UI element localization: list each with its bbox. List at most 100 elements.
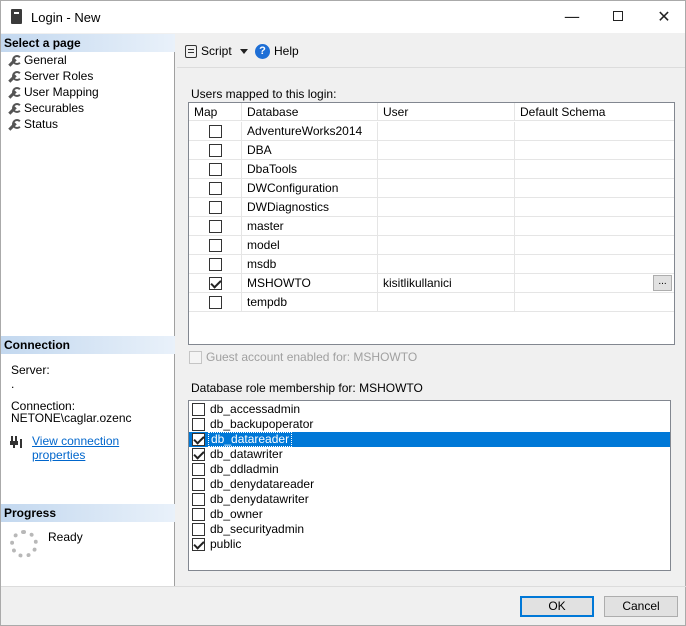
role-checkbox[interactable]: [192, 508, 205, 521]
map-checkbox[interactable]: [209, 201, 222, 214]
default-schema-cell[interactable]: [515, 198, 674, 217]
database-cell[interactable]: msdb: [242, 255, 378, 274]
default-schema-cell[interactable]: [515, 293, 674, 312]
page-item-securables[interactable]: Securables: [7, 100, 84, 116]
role-checkbox[interactable]: [192, 523, 205, 536]
role-checkbox[interactable]: [192, 403, 205, 416]
map-checkbox[interactable]: [209, 144, 222, 157]
user-cell[interactable]: [378, 255, 515, 274]
default-schema-cell[interactable]: [515, 141, 674, 160]
database-cell[interactable]: master: [242, 217, 378, 236]
database-cell[interactable]: MSHOWTO: [242, 274, 378, 293]
page-item-user-mapping[interactable]: User Mapping: [7, 84, 99, 100]
user-cell[interactable]: [378, 293, 515, 312]
role-checkbox[interactable]: [192, 493, 205, 506]
default-schema-cell[interactable]: [515, 255, 674, 274]
user-cell[interactable]: [378, 236, 515, 255]
map-checkbox[interactable]: [209, 220, 222, 233]
default-schema-cell[interactable]: [515, 160, 674, 179]
mapping-row[interactable]: AdventureWorks2014: [189, 122, 674, 141]
role-item[interactable]: db_datawriter: [189, 447, 670, 462]
user-cell[interactable]: kisitlikullanici: [378, 274, 515, 293]
view-connection-properties-link[interactable]: View connection properties: [32, 434, 174, 462]
user-cell[interactable]: [378, 179, 515, 198]
map-cell[interactable]: [189, 122, 242, 141]
default-schema-cell[interactable]: [515, 217, 674, 236]
map-cell[interactable]: [189, 141, 242, 160]
map-cell[interactable]: [189, 179, 242, 198]
default-schema-cell[interactable]: [515, 274, 674, 293]
map-cell[interactable]: [189, 274, 242, 293]
mapping-row[interactable]: master: [189, 217, 674, 236]
role-item[interactable]: db_owner: [189, 507, 670, 522]
map-checkbox[interactable]: [209, 239, 222, 252]
default-schema-cell[interactable]: [515, 179, 674, 198]
column-header-user[interactable]: User: [378, 103, 515, 121]
database-cell[interactable]: model: [242, 236, 378, 255]
role-item[interactable]: public: [189, 537, 670, 552]
mapping-row[interactable]: msdb: [189, 255, 674, 274]
map-checkbox[interactable]: [209, 258, 222, 271]
column-header-database[interactable]: Database: [242, 103, 378, 121]
map-cell[interactable]: [189, 293, 242, 312]
map-checkbox[interactable]: [209, 125, 222, 138]
role-item[interactable]: db_backupoperator: [189, 417, 670, 432]
ok-button[interactable]: OK: [520, 596, 594, 617]
database-cell[interactable]: tempdb: [242, 293, 378, 312]
map-checkbox[interactable]: [209, 277, 222, 290]
mapping-row[interactable]: DbaTools: [189, 160, 674, 179]
mapping-row[interactable]: model: [189, 236, 674, 255]
role-item[interactable]: db_denydatareader: [189, 477, 670, 492]
role-checkbox[interactable]: [192, 448, 205, 461]
map-cell[interactable]: [189, 160, 242, 179]
database-cell[interactable]: DbaTools: [242, 160, 378, 179]
user-cell[interactable]: [378, 122, 515, 141]
database-cell[interactable]: AdventureWorks2014: [242, 122, 378, 141]
default-schema-cell[interactable]: [515, 122, 674, 141]
minimize-button[interactable]: —: [549, 1, 595, 33]
schema-browse-button[interactable]: ...: [653, 275, 672, 291]
map-cell[interactable]: [189, 255, 242, 274]
user-cell[interactable]: [378, 217, 515, 236]
database-cell[interactable]: DBA: [242, 141, 378, 160]
role-checkbox[interactable]: [192, 478, 205, 491]
role-checkbox[interactable]: [192, 433, 205, 446]
mapping-row[interactable]: tempdb: [189, 293, 674, 312]
page-item-general[interactable]: General: [7, 52, 67, 68]
map-checkbox[interactable]: [209, 182, 222, 195]
role-item[interactable]: db_securityadmin: [189, 522, 670, 537]
role-item[interactable]: db_accessadmin: [189, 402, 670, 417]
page-item-status[interactable]: Status: [7, 116, 58, 132]
mapping-row[interactable]: DWConfiguration: [189, 179, 674, 198]
page-item-server-roles[interactable]: Server Roles: [7, 68, 93, 84]
map-checkbox[interactable]: [209, 296, 222, 309]
map-cell[interactable]: [189, 217, 242, 236]
role-item[interactable]: db_datareader: [189, 432, 670, 447]
mapping-row[interactable]: DBA: [189, 141, 674, 160]
user-cell[interactable]: [378, 198, 515, 217]
user-cell[interactable]: [378, 160, 515, 179]
close-button[interactable]: ✕: [641, 1, 686, 33]
mapping-row[interactable]: DWDiagnostics: [189, 198, 674, 217]
script-button[interactable]: Script: [185, 43, 248, 59]
role-checkbox[interactable]: [192, 418, 205, 431]
help-button[interactable]: ? Help: [255, 43, 299, 60]
role-item[interactable]: db_denydatawriter: [189, 492, 670, 507]
mapping-row[interactable]: MSHOWTO kisitlikullanici...: [189, 274, 674, 293]
role-item[interactable]: db_ddladmin: [189, 462, 670, 477]
role-checkbox[interactable]: [192, 538, 205, 551]
default-schema-cell[interactable]: [515, 236, 674, 255]
column-header-map[interactable]: Map: [189, 103, 242, 121]
database-cell[interactable]: DWDiagnostics: [242, 198, 378, 217]
map-cell[interactable]: [189, 198, 242, 217]
chevron-down-icon[interactable]: [239, 49, 248, 55]
user-cell[interactable]: [378, 141, 515, 160]
map-checkbox[interactable]: [209, 163, 222, 176]
column-header-default-schema[interactable]: Default Schema: [515, 103, 674, 121]
database-cell[interactable]: DWConfiguration: [242, 179, 378, 198]
maximize-button[interactable]: [595, 1, 641, 33]
map-cell[interactable]: [189, 236, 242, 255]
cancel-button[interactable]: Cancel: [604, 596, 678, 617]
guest-account-checkbox[interactable]: [189, 351, 202, 364]
role-checkbox[interactable]: [192, 463, 205, 476]
